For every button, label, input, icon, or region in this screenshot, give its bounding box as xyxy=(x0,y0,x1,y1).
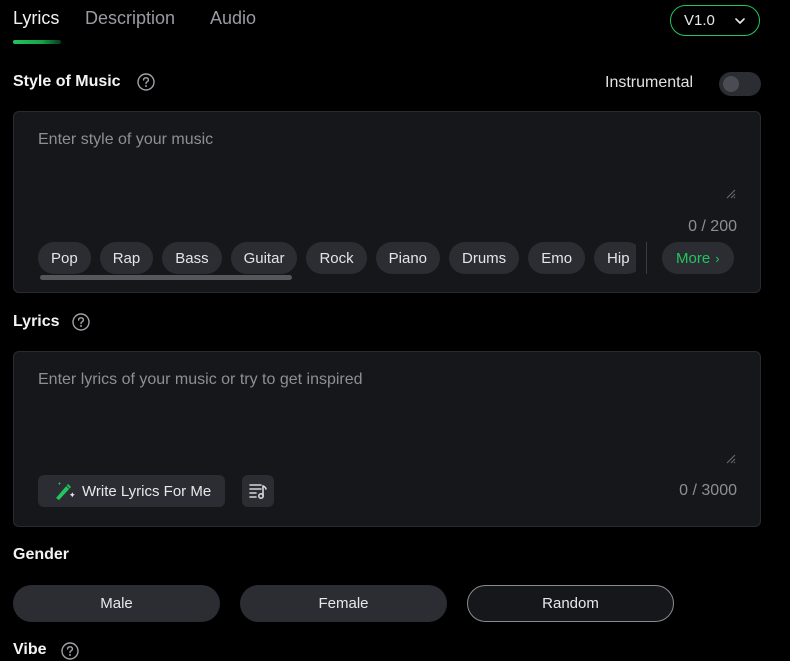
style-chip-guitar[interactable]: Guitar xyxy=(230,242,298,274)
write-lyrics-button[interactable]: Write Lyrics For Me xyxy=(38,475,226,507)
style-chip-hip[interactable]: Hip xyxy=(594,242,636,274)
chips-divider xyxy=(646,242,647,274)
tab-audio[interactable]: Audio xyxy=(210,8,256,29)
gender-male-button[interactable]: Male xyxy=(13,585,220,622)
resize-grip-icon[interactable] xyxy=(726,454,736,464)
help-icon[interactable] xyxy=(61,642,79,660)
style-char-counter: 0 / 200 xyxy=(688,218,737,235)
chevron-down-icon xyxy=(735,18,745,24)
lyrics-structure-button[interactable] xyxy=(242,475,274,507)
music-list-icon xyxy=(249,484,267,500)
style-chip-pop[interactable]: Pop xyxy=(38,242,91,274)
write-lyrics-label: Write Lyrics For Me xyxy=(82,482,212,500)
tab-lyrics[interactable]: Lyrics xyxy=(13,8,59,29)
style-of-music-title: Style of Music xyxy=(13,73,121,90)
instrumental-toggle[interactable] xyxy=(719,72,761,96)
style-chips-scroller[interactable]: Pop Rap Bass Guitar Rock Piano Drums Emo Hip xyxy=(38,242,636,274)
toggle-knob xyxy=(723,76,739,92)
active-tab-indicator xyxy=(13,40,61,44)
style-chip-piano[interactable]: Piano xyxy=(375,242,441,274)
more-label: More xyxy=(676,249,711,267)
style-input[interactable] xyxy=(38,131,738,191)
version-value: V1.0 xyxy=(684,12,715,29)
chips-scrollbar[interactable] xyxy=(40,275,292,280)
tab-description[interactable]: Description xyxy=(85,8,175,29)
chevron-right-icon: › xyxy=(715,250,720,266)
more-styles-button[interactable]: More › xyxy=(662,242,734,274)
style-chip-bass[interactable]: Bass xyxy=(162,242,222,274)
style-chip-emo[interactable]: Emo xyxy=(528,242,586,274)
help-icon[interactable] xyxy=(72,313,90,331)
style-panel: 0 / 200 PopRapBassGuitarRockPianoDrumsEm… xyxy=(13,111,761,293)
version-select[interactable]: V1.0 xyxy=(670,5,760,36)
instrumental-label: Instrumental xyxy=(605,74,694,91)
resize-grip-icon[interactable] xyxy=(726,189,736,199)
gender-random-button[interactable]: Random xyxy=(467,585,674,622)
vibe-title: Vibe xyxy=(13,641,47,658)
lyrics-input[interactable] xyxy=(38,371,738,451)
lyrics-char-counter: 0 / 3000 xyxy=(679,482,737,499)
gender-female-button[interactable]: Female xyxy=(240,585,447,622)
style-chips-row: Pop Rap Bass Guitar Rock Piano Drums Emo Hip xyxy=(38,242,636,274)
style-chip-rock[interactable]: Rock xyxy=(306,242,367,274)
style-chip-rap[interactable]: Rap xyxy=(99,242,154,274)
magic-pen-icon xyxy=(56,482,75,500)
help-icon[interactable] xyxy=(137,73,155,91)
lyrics-panel: Write Lyrics For Me 0 / 3000 xyxy=(13,351,761,527)
gender-title: Gender xyxy=(13,546,70,563)
style-chip-drums[interactable]: Drums xyxy=(449,242,520,274)
lyrics-title: Lyrics xyxy=(13,313,60,330)
